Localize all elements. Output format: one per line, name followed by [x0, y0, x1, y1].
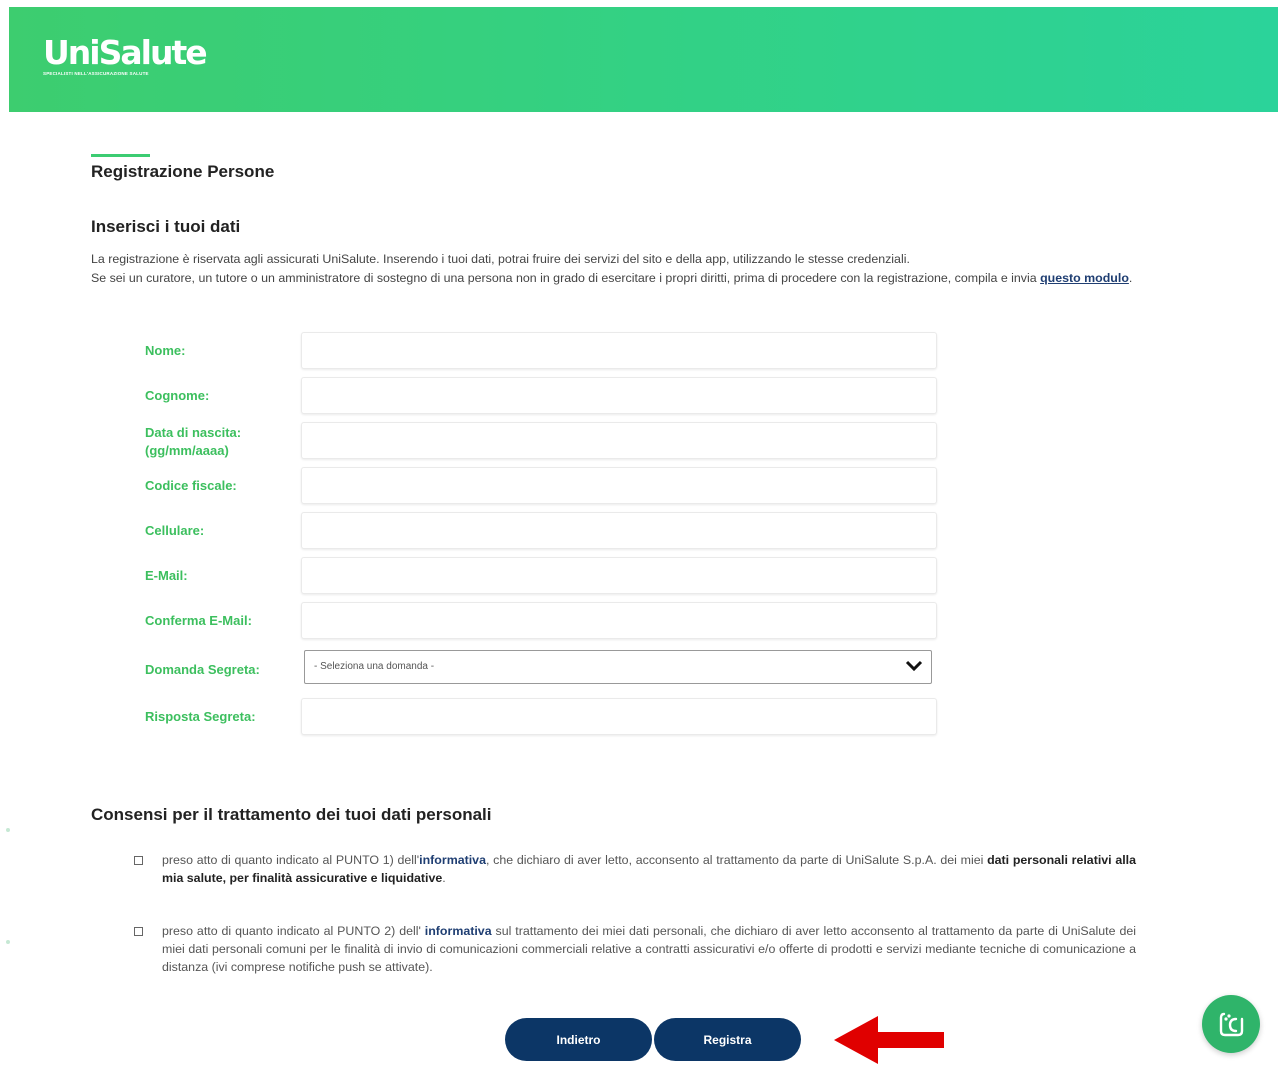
section-title: Inserisci i tuoi dati: [91, 217, 241, 236]
conferma-email-label: Conferma E-Mail:: [145, 613, 252, 628]
decorative-dot: [6, 828, 10, 832]
register-button[interactable]: Registra: [654, 1018, 801, 1061]
risposta-segreta-input[interactable]: [301, 698, 937, 735]
cellulare-label: Cellulare:: [145, 523, 205, 538]
intro-end: .: [1128, 271, 1133, 285]
consent-marketing-checkbox[interactable]: [134, 927, 143, 936]
consent-health-text-c: .: [442, 871, 446, 885]
questo-modulo-link[interactable]: questo modulo: [1040, 271, 1129, 285]
conferma-email-input[interactable]: [301, 602, 937, 639]
data-nascita-format: (gg/mm/aaaa): [145, 443, 229, 458]
consent-health-text-a: preso atto di quanto indicato al PUNTO 1…: [162, 853, 420, 867]
unisalute-logo[interactable]: UniSalute SPECIALISTI NELL'ASSICURAZIONE…: [43, 33, 208, 77]
chat-bot-icon: [1219, 1012, 1244, 1037]
back-button[interactable]: Indietro: [505, 1018, 652, 1061]
email-label: E-Mail:: [145, 568, 188, 583]
cognome-label: Cognome:: [145, 388, 210, 403]
logo-text: UniSalute: [43, 33, 208, 72]
domanda-segreta-select[interactable]: - Seleziona una domanda -: [304, 650, 932, 684]
header-banner: UniSalute SPECIALISTI NELL'ASSICURAZIONE…: [9, 7, 1278, 112]
consent-health-text: preso atto di quanto indicato al PUNTO 1…: [162, 851, 1136, 887]
codice-fiscale-label: Codice fiscale:: [145, 478, 237, 493]
data-nascita-label-text: Data di nascita:: [145, 425, 242, 440]
cognome-input[interactable]: [301, 377, 937, 414]
domanda-segreta-label: Domanda Segreta:: [145, 662, 260, 677]
nome-label: Nome:: [145, 343, 186, 358]
intro-text: La registrazione è riservata agli assicu…: [91, 250, 1211, 288]
intro-line-2: Se sei un curatore, un tutore o un ammin…: [91, 271, 1037, 285]
domanda-segreta-value: - Seleziona una domanda -: [314, 661, 435, 672]
consent-health-text-b: , che dichiaro di aver letto, acconsento…: [485, 853, 988, 867]
chat-bot-button[interactable]: [1202, 995, 1260, 1053]
codice-fiscale-input[interactable]: [301, 467, 937, 504]
intro-line-1: La registrazione è riservata agli assicu…: [91, 252, 910, 266]
page-title: Registrazione Persone: [91, 162, 275, 181]
informativa-link-2[interactable]: informativa: [425, 924, 492, 938]
data-nascita-label: Data di nascita: (gg/mm/aaaa): [145, 424, 241, 460]
consent-marketing-text-a: preso atto di quanto indicato al PUNTO 2…: [162, 924, 425, 938]
title-accent-line: [91, 154, 150, 157]
arrow-left-icon: [834, 1016, 944, 1064]
email-input[interactable]: [301, 557, 937, 594]
consent-health-checkbox[interactable]: [134, 856, 143, 865]
cellulare-input[interactable]: [301, 512, 937, 549]
informativa-link-1[interactable]: informativa: [419, 853, 486, 867]
data-nascita-input[interactable]: [301, 422, 937, 459]
consent-marketing-text: preso atto di quanto indicato al PUNTO 2…: [162, 922, 1136, 976]
decorative-dot: [6, 940, 10, 944]
nome-input[interactable]: [301, 332, 937, 369]
consent-title: Consensi per il trattamento dei tuoi dat…: [91, 805, 492, 824]
chevron-down-icon: [905, 660, 923, 672]
risposta-segreta-label: Risposta Segreta:: [145, 709, 256, 724]
